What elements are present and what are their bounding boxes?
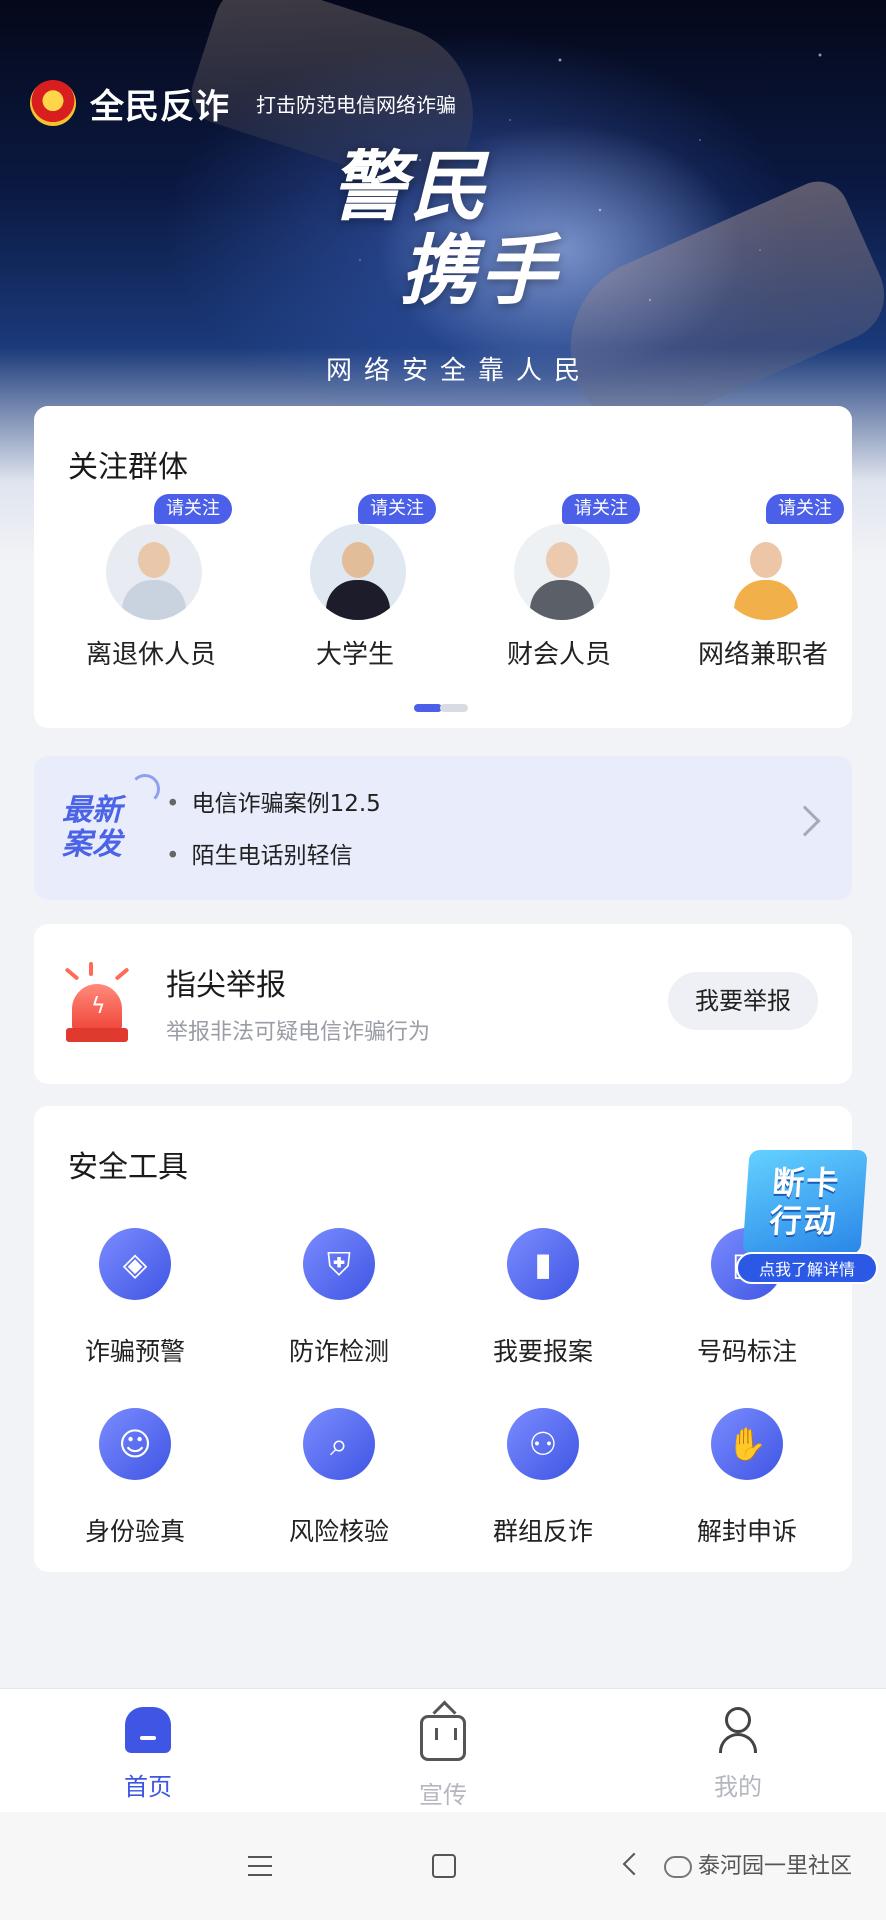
tool-label: 号码标注 <box>696 1337 797 1366</box>
home-square-icon[interactable] <box>432 1854 456 1878</box>
home-icon <box>125 1707 171 1753</box>
tab-label: 宣传 <box>419 1781 467 1809</box>
wechat-icon <box>664 1856 692 1878</box>
focus-groups-card: 关注群体 请关注 离退休人员 请关注 大学生 请关注 财会人员 请关注 网络兼职… <box>34 406 852 728</box>
app-title: 全民反诈 <box>90 86 230 127</box>
alarm-siren-icon: ϟ <box>62 962 132 1046</box>
slogan-line-2: 携手 <box>400 226 560 315</box>
attention-tag: 请关注 <box>154 494 232 524</box>
back-icon[interactable] <box>622 1852 646 1876</box>
attention-tag: 请关注 <box>562 494 640 524</box>
app-subtitle: 打击防范电信网络诈骗 <box>256 92 456 117</box>
attention-tag: 请关注 <box>766 494 844 524</box>
tool-label: 群组反诈 <box>492 1517 593 1546</box>
promo-badge: 断卡 行动 <box>742 1150 868 1254</box>
latest-cases-card[interactable]: 最新 案发 电信诈骗案例12.5 陌生电话别轻信 <box>34 756 852 900</box>
group-label: 网络兼职者 <box>697 640 828 670</box>
layers-icon: ◈ <box>99 1228 171 1300</box>
report-title: 指尖举报 <box>166 968 286 1003</box>
tool-file-report[interactable]: ▮ 我要报案 <box>448 1228 638 1368</box>
avatar <box>514 524 610 620</box>
bottom-tab-bar: 首页 宣传 我的 <box>0 1688 886 1812</box>
avatar <box>310 524 406 620</box>
group-label: 财会人员 <box>506 640 611 670</box>
news-item[interactable]: 电信诈骗案例12.5 <box>166 784 381 818</box>
promo-line-1: 断卡 <box>770 1164 842 1202</box>
watermark: 泰河园一里社区 <box>664 1848 852 1880</box>
system-navigation-bar: 泰河园一里社区 <box>0 1812 886 1920</box>
focus-groups-title: 关注群体 <box>68 450 188 485</box>
tool-group-anti-fraud[interactable]: ⚇ 群组反诈 <box>448 1408 638 1548</box>
group-item-part-time[interactable]: 请关注 网络兼职者 <box>668 488 858 678</box>
tab-mine[interactable]: 我的 <box>678 1707 798 1802</box>
tool-fraud-warning[interactable]: ◈ 诈骗预警 <box>40 1228 230 1368</box>
card-break-promo[interactable]: 断卡 行动 点我了解详情 <box>736 1150 878 1290</box>
security-tools-title: 安全工具 <box>68 1150 188 1185</box>
tab-home[interactable]: 首页 <box>88 1707 208 1802</box>
group-icon: ⚇ <box>507 1408 579 1480</box>
latest-cases-badge: 最新 案发 <box>62 774 160 862</box>
group-item-retirees[interactable]: 请关注 离退休人员 <box>56 488 246 678</box>
indicator-inactive <box>440 704 468 712</box>
tool-label: 身份验真 <box>84 1517 185 1546</box>
tab-promotion[interactable]: 宣传 <box>383 1707 503 1810</box>
group-label: 大学生 <box>315 640 394 670</box>
police-emblem-icon <box>30 80 76 126</box>
tool-id-verify[interactable]: ☺ 身份验真 <box>40 1408 230 1548</box>
tool-label: 解封申诉 <box>696 1517 797 1546</box>
tab-label: 首页 <box>124 1773 172 1801</box>
carousel-indicator <box>414 704 468 712</box>
group-item-accountants[interactable]: 请关注 财会人员 <box>464 488 654 678</box>
tool-unblock-appeal[interactable]: ✋ 解封申诉 <box>652 1408 842 1548</box>
promo-details-button[interactable]: 点我了解详情 <box>736 1252 878 1284</box>
brand-row: 全民反诈 打击防范电信网络诈骗 <box>30 78 456 128</box>
menu-icon[interactable] <box>248 1856 272 1876</box>
news-item[interactable]: 陌生电话别轻信 <box>166 836 353 870</box>
tool-fraud-detection[interactable]: ⛨ 防诈检测 <box>244 1228 434 1368</box>
indicator-active <box>414 704 442 712</box>
badge-line-2: 案发 <box>62 827 122 862</box>
watermark-text: 泰河园一里社区 <box>698 1854 853 1879</box>
tv-icon <box>420 1715 466 1761</box>
tab-label: 我的 <box>714 1773 762 1801</box>
user-icon <box>715 1707 761 1753</box>
security-tools-card: 安全工具 ◈ 诈骗预警 ⛨ 防诈检测 ▮ 我要报案 ▣ 号码标注 ☺ 身份验真 … <box>34 1106 852 1572</box>
promo-line-2: 行动 <box>768 1202 839 1240</box>
slogan-subtitle: 网络安全靠人民 <box>326 356 593 386</box>
report-subtitle: 举报非法可疑电信诈骗行为 <box>166 1020 431 1045</box>
group-label: 离退休人员 <box>85 640 216 670</box>
chevron-right-icon[interactable] <box>789 805 821 837</box>
hand-icon: ✋ <box>711 1408 783 1480</box>
shield-icon: ⛨ <box>303 1228 375 1300</box>
tool-risk-check[interactable]: ⌕ 风险核验 <box>244 1408 434 1548</box>
avatar <box>718 524 814 620</box>
avatar <box>106 524 202 620</box>
tool-label: 我要报案 <box>492 1337 593 1366</box>
report-card: ϟ 指尖举报 举报非法可疑电信诈骗行为 我要举报 <box>34 924 852 1084</box>
group-item-students[interactable]: 请关注 大学生 <box>260 488 450 678</box>
report-book-icon: ▮ <box>507 1228 579 1300</box>
radar-icon <box>130 774 160 804</box>
id-verify-icon: ☺ <box>99 1408 171 1480</box>
slogan-main: 警民 携手 <box>330 145 630 313</box>
search-icon: ⌕ <box>303 1408 375 1480</box>
report-button[interactable]: 我要举报 <box>668 972 818 1030</box>
tool-label: 风险核验 <box>288 1517 389 1546</box>
slogan-line-1: 警民 <box>330 142 490 231</box>
tool-label: 防诈检测 <box>288 1337 389 1366</box>
attention-tag: 请关注 <box>358 494 436 524</box>
tool-label: 诈骗预警 <box>84 1337 185 1366</box>
